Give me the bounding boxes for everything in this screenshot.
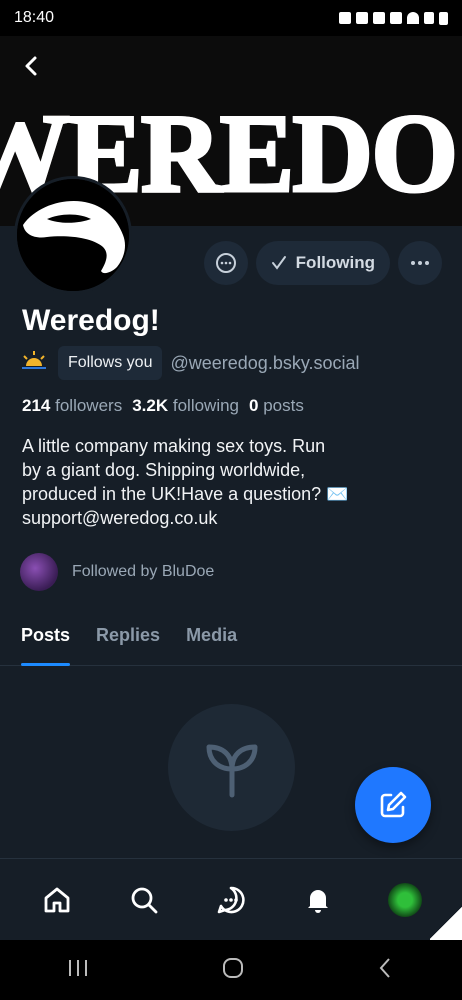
nfc-icon — [356, 12, 368, 24]
ellipsis-icon — [411, 261, 429, 265]
nav-home[interactable] — [35, 878, 79, 922]
chat-icon — [217, 886, 245, 913]
chevron-left-icon — [25, 56, 37, 76]
nav-notifications[interactable] — [296, 878, 340, 922]
tab-media[interactable]: Media — [186, 620, 237, 666]
battery-icon — [439, 11, 448, 25]
posts-stat: 0 posts — [249, 396, 304, 416]
home-icon — [44, 887, 70, 912]
user-avatar — [387, 882, 422, 917]
profile-meta: Follows you @weeredog.bsky.social — [20, 346, 360, 380]
nav-search[interactable] — [122, 878, 166, 922]
signal-icon — [424, 12, 434, 24]
more-button[interactable] — [398, 241, 442, 285]
followed-by-row[interactable]: Followed by BluDoe — [20, 553, 214, 591]
posts-count: 0 — [249, 396, 259, 415]
mute-icon — [390, 12, 402, 24]
tab-posts[interactable]: Posts — [21, 620, 71, 666]
nav-chat[interactable] — [209, 878, 253, 922]
profile-name: Weredog! — [22, 304, 160, 337]
pencil-square-icon — [380, 791, 407, 818]
following-stat[interactable]: 3.2K following — [132, 396, 239, 416]
follows-you-badge: Follows you — [58, 346, 163, 380]
profile-handle: @weeredog.bsky.social — [170, 352, 360, 373]
followers-label: followers — [55, 396, 123, 415]
status-time: 18:40 — [14, 9, 55, 26]
status-icons — [339, 11, 448, 25]
following-count: 3.2K — [132, 396, 169, 415]
back-system-icon — [379, 957, 391, 978]
recent-apps-icon — [68, 959, 87, 976]
weredog-logo — [17, 179, 129, 291]
followers-stat[interactable]: 214 followers — [22, 396, 122, 416]
nav-profile[interactable] — [383, 878, 427, 922]
checkmark-icon — [271, 256, 286, 270]
profile-bio: A little company making sex toys. Run by… — [22, 434, 442, 530]
following-button[interactable]: Following — [255, 241, 390, 285]
follower-avatar — [20, 553, 58, 591]
message-button[interactable] — [203, 241, 248, 285]
profile-stats: 214 followers 3.2K following 0 posts — [22, 396, 304, 416]
home-system-icon — [222, 957, 243, 978]
recent-apps-button[interactable] — [66, 958, 90, 983]
bio-line: by a giant dog. Shipping worldwide, — [22, 460, 306, 480]
status-bar: 18:40 — [0, 0, 462, 36]
profile-avatar[interactable] — [14, 176, 132, 294]
profile-tabs: Posts Replies Media — [0, 620, 462, 666]
wifi-icon — [407, 12, 419, 24]
empty-state-illustration — [168, 704, 295, 831]
system-navigation — [0, 940, 462, 1000]
home-system-button[interactable] — [221, 956, 245, 985]
notification-icon — [339, 12, 351, 24]
bio-line: produced in the UK!Have a question? ✉️ — [22, 484, 349, 504]
tab-replies[interactable]: Replies — [96, 620, 160, 666]
alarm-icon — [373, 12, 385, 24]
bio-email-link[interactable]: support@weredog.co.uk — [22, 506, 442, 530]
bottom-navigation — [0, 858, 462, 940]
followed-by-text: Followed by BluDoe — [72, 563, 215, 580]
search-icon — [131, 887, 158, 913]
compose-button[interactable] — [355, 767, 431, 843]
corner-badge-icon — [430, 906, 462, 940]
following-stat-label: following — [172, 396, 240, 415]
bell-icon — [307, 889, 328, 913]
back-system-button[interactable] — [376, 956, 396, 985]
bio-line: A little company making sex toys. Run — [22, 436, 326, 456]
back-button[interactable] — [16, 50, 48, 82]
sunrise-emoji-icon — [20, 350, 50, 376]
sprout-icon — [206, 744, 257, 797]
profile-actions: Following — [203, 241, 442, 285]
followers-count: 214 — [22, 396, 51, 415]
posts-label: posts — [263, 396, 304, 415]
following-label: Following — [295, 253, 375, 272]
chat-bubble-icon — [215, 253, 236, 273]
